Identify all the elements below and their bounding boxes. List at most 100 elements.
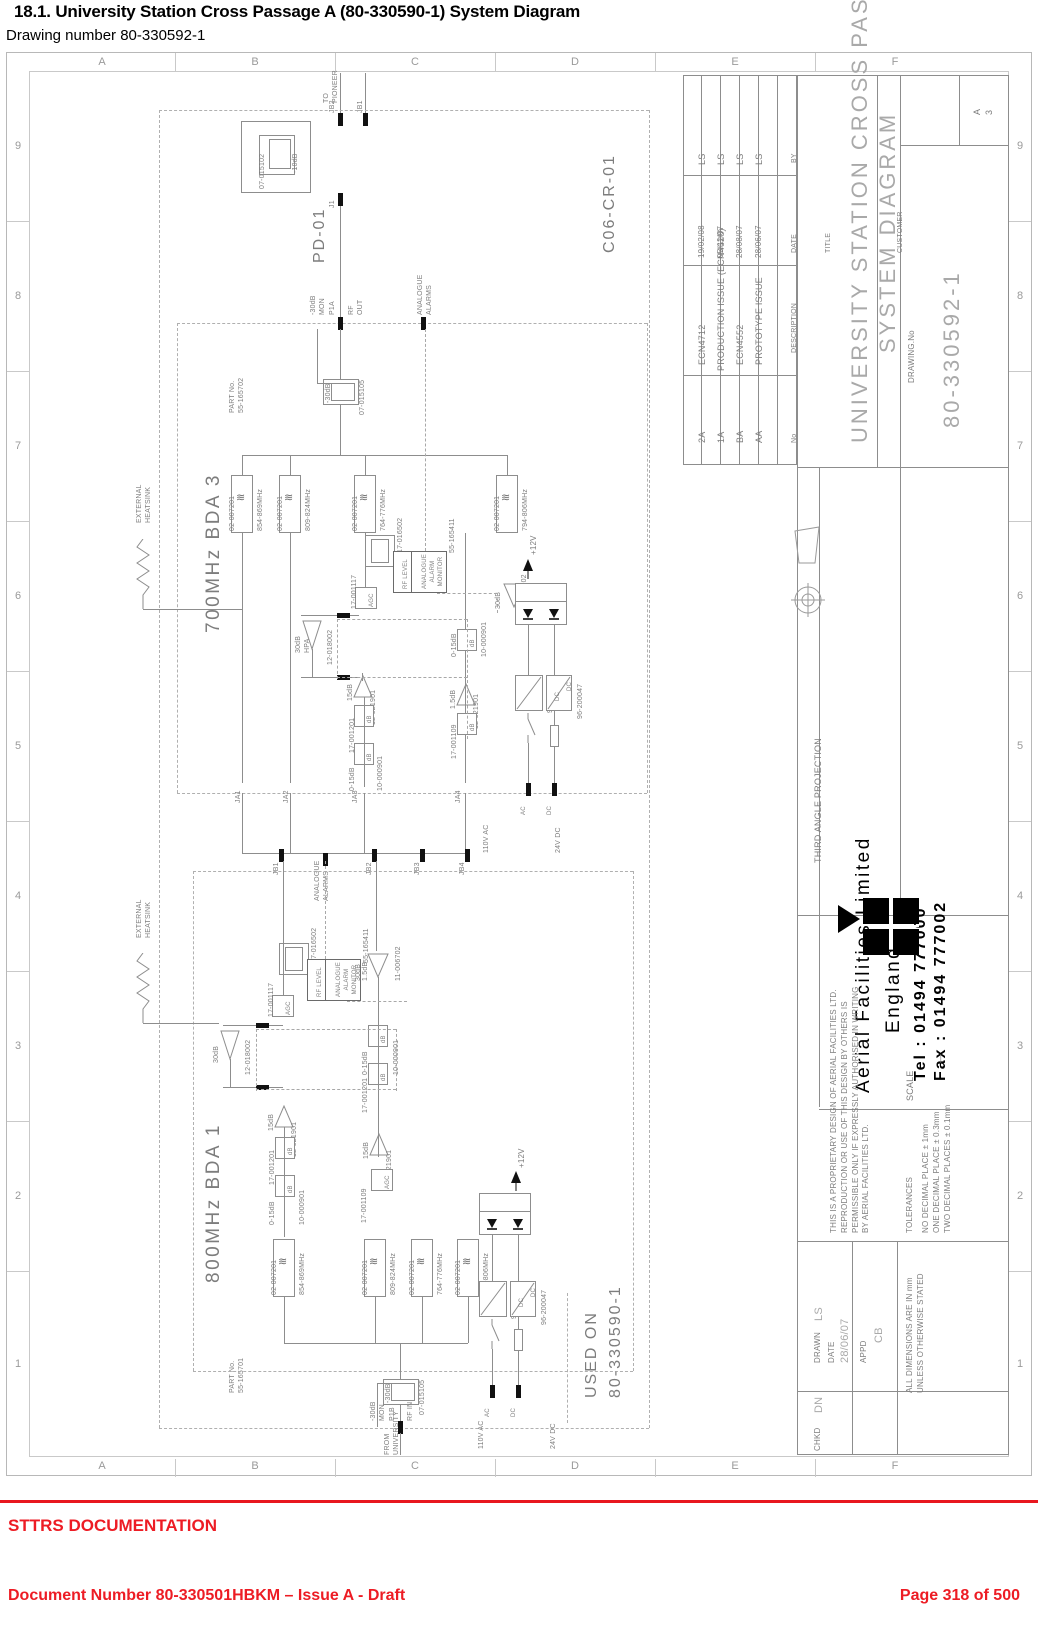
footer-page-number: Page 318 of 500 bbox=[899, 1587, 1020, 1604]
footer-rule bbox=[0, 1500, 1038, 1503]
bda3-ja3-chain-line bbox=[364, 697, 365, 787]
revision-row-2-by: LS bbox=[716, 153, 726, 165]
bda3-psu-diode-1 bbox=[523, 609, 533, 620]
bda3-amp-15db-gain: 15dB bbox=[347, 683, 354, 701]
bda1-ac-converter-glyph bbox=[480, 1282, 506, 1316]
sheet-size-divider-v bbox=[959, 75, 960, 145]
bda1-filter-2-band: 809-824MHz bbox=[390, 1252, 397, 1295]
bda1-control-link-2 bbox=[256, 1089, 396, 1090]
bda1-att-3-label: dB bbox=[381, 1035, 387, 1043]
footer-doc-set: STTRS DOCUMENTATION bbox=[8, 1516, 218, 1535]
zone-number-6-right: 6 bbox=[1016, 590, 1024, 602]
bda3-hpa-gain: 30dB bbox=[295, 635, 302, 653]
zone-number-8-right: 8 bbox=[1016, 290, 1024, 302]
zone-tick bbox=[7, 371, 29, 372]
bda3-filter-4-part: 02-007201 bbox=[494, 495, 501, 531]
bda3-port-ja3: JA3 bbox=[352, 790, 359, 803]
bda-enclosure-left-boundary bbox=[159, 110, 160, 1428]
bda3-filter-3-glyph: ≋ bbox=[359, 492, 369, 504]
pd01-coupling-loss: -10dB bbox=[292, 153, 299, 173]
bda3-agc-to-hpa bbox=[301, 615, 359, 616]
zone-letter-f-top: F bbox=[891, 56, 899, 68]
pd01-part-number: 07-015102 bbox=[259, 153, 266, 189]
bda1-psu-ac-branch bbox=[492, 1235, 493, 1281]
zone-tick bbox=[7, 821, 29, 822]
bda3-bus-drop-2 bbox=[290, 455, 291, 475]
date-label: DATE bbox=[827, 1341, 836, 1363]
tolerance-line-1: NO DECIMAL PLACE ± 1mm bbox=[921, 1124, 930, 1233]
bda1-combiner-bus bbox=[284, 1343, 468, 1344]
bda1-agc-2-label: AGC bbox=[385, 1175, 391, 1189]
bda3-psu-diode-bus bbox=[515, 601, 567, 602]
revision-row-1-description: ECN4712 bbox=[697, 324, 707, 365]
bda1-filter-4-part: 02-007201 bbox=[455, 1259, 462, 1295]
bda3-hpa-part: 12-018002 bbox=[327, 629, 334, 665]
appd-value: CB bbox=[873, 1327, 885, 1343]
bda3-monitor-drop bbox=[317, 329, 318, 383]
bda3-hpa-label: HPA bbox=[304, 638, 311, 653]
zone-number-3-left: 3 bbox=[14, 1040, 22, 1052]
bda1-alarm-signal-line bbox=[325, 861, 326, 959]
zone-letter-f-bottom: F bbox=[891, 1460, 899, 1472]
bda1-hpa-in-pin bbox=[256, 1023, 269, 1028]
tolerance-line-2: ONE DECIMAL PLACE ± 0.3mm bbox=[932, 1111, 941, 1233]
bda1-comb-drop-4 bbox=[468, 1297, 469, 1343]
bda3-filter-1-glyph: ≋ bbox=[236, 492, 246, 504]
bda1-psu-diode-1 bbox=[487, 1219, 497, 1230]
bda3-att-2-range: 0-15dB bbox=[349, 767, 356, 791]
bda1-amp-15db-extra: 1.5dB bbox=[362, 961, 369, 981]
bda1-amp-15db-b-gain: 15dB bbox=[363, 1141, 370, 1159]
bda-enclosure-bottom-boundary bbox=[159, 1428, 649, 1429]
pd01-antenna-feed bbox=[340, 73, 341, 113]
title-block-sep-4 bbox=[797, 1241, 1009, 1242]
used-on-value: 80-330590-1 bbox=[607, 1285, 624, 1398]
bda3-dc-converter-in: DC bbox=[555, 691, 561, 701]
bda1-dc-port-pin bbox=[516, 1385, 521, 1398]
zone-number-2-right: 2 bbox=[1016, 1190, 1024, 1202]
bda1-hpa-symbol bbox=[220, 1030, 240, 1061]
revision-row-3-description: ECN4552 bbox=[735, 324, 745, 365]
bda3-alarm-label: ANALOGUE ALARMS bbox=[417, 274, 434, 316]
bda1-dc-converter-in: DC bbox=[519, 1297, 525, 1307]
bda3-port-ja1: JA1 bbox=[235, 790, 242, 803]
bda3-ja2-line bbox=[290, 533, 291, 783]
bda1-comb-to-coupler bbox=[400, 1343, 401, 1379]
bda3-monitor-tap bbox=[317, 383, 333, 384]
revision-row-3-no: BA bbox=[735, 430, 745, 443]
zone-number-7-right: 7 bbox=[1016, 440, 1024, 452]
bda1-dc-converter-out: DC bbox=[531, 1287, 537, 1297]
proprietary-notice: THIS IS A PROPRIETARY DESIGN OF AERIAL F… bbox=[829, 986, 871, 1233]
bda1-rf-level-part: 17-016502 bbox=[311, 927, 318, 963]
bda1-rf-in-label: RF IN bbox=[407, 1401, 414, 1421]
revision-row-2-no: 1A bbox=[716, 431, 726, 443]
scale-value: — bbox=[935, 1053, 945, 1063]
revision-row-4-no: AA bbox=[754, 430, 764, 443]
bda3-dc-port-label: DC bbox=[547, 805, 553, 815]
bda3-alarm-monitor-divider bbox=[411, 551, 412, 593]
bda3-outline-left bbox=[177, 323, 178, 793]
bda1-heatsink-line bbox=[143, 1023, 219, 1024]
chkd-value: DN bbox=[813, 1396, 825, 1413]
bda1-outline-right bbox=[633, 871, 634, 1371]
revision-col-sep-date bbox=[683, 265, 797, 266]
bda3-heatsink-label: EXTERNAL HEATSINK bbox=[136, 484, 153, 523]
scale-divider bbox=[900, 1109, 1009, 1110]
bda3-att-4-part: 10-000901 bbox=[481, 621, 488, 657]
bda3-coupler-loss: -30dB bbox=[325, 383, 332, 403]
title-block-divider-appd bbox=[852, 1241, 853, 1455]
bda1-filter-1-glyph: ≋ bbox=[278, 1256, 288, 1268]
bda1-att-2-label: dB bbox=[288, 1185, 294, 1193]
bda3-filter-1-band: 854-869MHz bbox=[257, 488, 264, 531]
zone-number-9-right: 9 bbox=[1016, 140, 1024, 152]
bda1-comb-drop-3 bbox=[422, 1297, 423, 1343]
logo-square-tl bbox=[863, 898, 889, 924]
bda3-rf-level-part: 17-016502 bbox=[397, 517, 404, 553]
bda3-filter-bus bbox=[242, 455, 507, 456]
bda1-ac-port-pin bbox=[490, 1385, 495, 1398]
bda1-alarm-label: ANALOGUE ALARMS bbox=[314, 860, 331, 902]
bda1-agc-2-part: 17-001109 bbox=[361, 1188, 368, 1223]
zone-number-9-left: 9 bbox=[14, 140, 22, 152]
bda3-filter-2-part: 02-007201 bbox=[277, 495, 284, 531]
pd01-port-jb2-pin bbox=[338, 113, 343, 126]
bda1-att-1-label: dB bbox=[288, 1147, 294, 1155]
